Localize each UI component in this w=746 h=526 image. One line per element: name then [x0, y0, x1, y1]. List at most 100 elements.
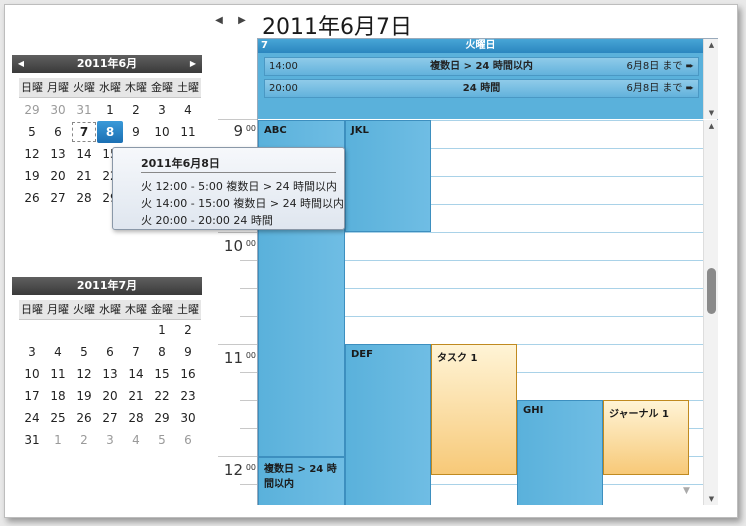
journal-appointment[interactable]: ジャーナル 1: [603, 400, 689, 475]
day-cell[interactable]: 7: [123, 341, 149, 363]
mini-calendar-next-icon[interactable]: ▶: [186, 55, 200, 73]
day-view: 7 火曜日 14:00 複数日 > 24 時間以内 6月8日 まで ➨ 20:0…: [257, 38, 718, 505]
allday-event[interactable]: 20:00 24 時間 6月8日 まで ➨: [264, 79, 699, 98]
day-cell[interactable]: 2: [71, 429, 97, 451]
day-cell[interactable]: 1: [45, 429, 71, 451]
day-cell[interactable]: 4: [123, 429, 149, 451]
day-cell[interactable]: 4: [175, 99, 201, 121]
day-cell[interactable]: 3: [97, 429, 123, 451]
tooltip-line: 火 20:00 - 20:00 24 時間: [141, 214, 273, 227]
day-cell[interactable]: 9: [123, 121, 149, 143]
dow-label: 日曜: [21, 81, 43, 94]
dow-label: 月曜: [47, 81, 69, 94]
hour-label: 11 00: [223, 349, 256, 367]
day-cell[interactable]: 6: [97, 341, 123, 363]
day-cell[interactable]: 4: [45, 341, 71, 363]
day-cell[interactable]: 12: [19, 143, 45, 165]
dow-label: 火曜: [73, 303, 95, 316]
mini-calendar-june-dows: 日曜 月曜 火曜 水曜 木曜 金曜 土曜: [19, 78, 201, 98]
day-cell[interactable]: 23: [175, 385, 201, 407]
day-cell[interactable]: 21: [71, 165, 97, 187]
scroll-up-icon[interactable]: ▲: [704, 120, 719, 132]
day-cell[interactable]: 5: [149, 429, 175, 451]
day-cell[interactable]: 11: [175, 121, 201, 143]
allday-scrollbar[interactable]: ▲ ▼: [703, 39, 718, 119]
day-cell-today[interactable]: 7: [71, 121, 97, 143]
more-below-icon[interactable]: ▼: [683, 486, 690, 496]
day-cell[interactable]: 1: [97, 99, 123, 121]
day-cell[interactable]: 13: [45, 143, 71, 165]
tooltip-title: 2011年6月8日: [141, 157, 220, 170]
scroll-down-icon[interactable]: ▼: [704, 493, 719, 505]
day-cell[interactable]: 5: [71, 341, 97, 363]
day-cell[interactable]: 5: [19, 121, 45, 143]
day-cell[interactable]: 10: [19, 363, 45, 385]
dow-label: 木曜: [125, 303, 147, 316]
day-cell[interactable]: 30: [175, 407, 201, 429]
day-cell[interactable]: 2: [123, 99, 149, 121]
scroll-down-icon[interactable]: ▼: [704, 107, 719, 119]
day-cell[interactable]: 10: [149, 121, 175, 143]
appointment[interactable]: GHI: [517, 400, 603, 505]
day-cell[interactable]: 28: [71, 187, 97, 209]
hour-label: 10 00: [223, 237, 256, 255]
appointment[interactable]: 複数日 > 24 時間以内: [258, 457, 345, 505]
day-cell[interactable]: 6: [45, 121, 71, 143]
dow-label: 月曜: [47, 303, 69, 316]
day-cell[interactable]: 28: [123, 407, 149, 429]
next-day-button[interactable]: ▶: [235, 14, 249, 28]
day-cell[interactable]: 27: [45, 187, 71, 209]
day-cell[interactable]: 24: [19, 407, 45, 429]
vertical-scrollbar[interactable]: ▲ ▼: [703, 120, 718, 505]
day-cell[interactable]: 31: [19, 429, 45, 451]
mini-calendar-prev-icon[interactable]: ◀: [14, 55, 28, 73]
allday-area[interactable]: 14:00 複数日 > 24 時間以内 6月8日 まで ➨ 20:00 24 時…: [258, 53, 703, 119]
day-cell[interactable]: 11: [45, 363, 71, 385]
day-cell[interactable]: 22: [149, 385, 175, 407]
day-cell[interactable]: 15: [149, 363, 175, 385]
day-name: 火曜日: [465, 40, 496, 51]
day-cell[interactable]: 14: [123, 363, 149, 385]
day-cell[interactable]: 19: [71, 385, 97, 407]
day-cell[interactable]: 3: [149, 99, 175, 121]
day-cell[interactable]: 1: [149, 319, 175, 341]
mini-calendar-july-title: 2011年7月: [76, 279, 138, 292]
allday-event[interactable]: 14:00 複数日 > 24 時間以内 6月8日 まで ➨: [264, 57, 699, 76]
day-cell[interactable]: 16: [175, 363, 201, 385]
appointment[interactable]: JKL: [345, 120, 431, 232]
mini-calendar-june-title: 2011年6月: [76, 57, 138, 70]
day-cell[interactable]: 20: [97, 385, 123, 407]
day-cell[interactable]: 12: [71, 363, 97, 385]
day-cell[interactable]: 27: [97, 407, 123, 429]
day-cell[interactable]: 19: [19, 165, 45, 187]
day-cell[interactable]: 17: [19, 385, 45, 407]
day-cell-empty: [45, 319, 71, 341]
day-cell[interactable]: 29: [149, 407, 175, 429]
day-cell[interactable]: 31: [71, 99, 97, 121]
prev-day-button[interactable]: ◀: [212, 14, 226, 28]
day-cell[interactable]: 26: [71, 407, 97, 429]
day-cell-selected[interactable]: 8: [97, 121, 123, 143]
day-cell[interactable]: 30: [45, 99, 71, 121]
day-cell[interactable]: 25: [45, 407, 71, 429]
task-appointment[interactable]: タスク 1: [431, 344, 517, 475]
day-cell[interactable]: 3: [19, 341, 45, 363]
appointment[interactable]: DEF: [345, 344, 431, 505]
day-cell[interactable]: 26: [19, 187, 45, 209]
scroll-up-icon[interactable]: ▲: [704, 39, 719, 51]
day-cell[interactable]: 9: [175, 341, 201, 363]
day-cell[interactable]: 14: [71, 143, 97, 165]
day-cell[interactable]: 2: [175, 319, 201, 341]
day-cell[interactable]: 6: [175, 429, 201, 451]
day-cell[interactable]: 21: [123, 385, 149, 407]
day-cell[interactable]: 20: [45, 165, 71, 187]
day-cell[interactable]: 29: [19, 99, 45, 121]
dow-label: 日曜: [21, 303, 43, 316]
day-cell[interactable]: 13: [97, 363, 123, 385]
day-cell[interactable]: 8: [149, 341, 175, 363]
scroll-thumb[interactable]: [707, 268, 716, 314]
day-cell-empty: [71, 319, 97, 341]
day-cell-empty: [19, 319, 45, 341]
day-cell-empty: [123, 319, 149, 341]
day-cell[interactable]: 18: [45, 385, 71, 407]
